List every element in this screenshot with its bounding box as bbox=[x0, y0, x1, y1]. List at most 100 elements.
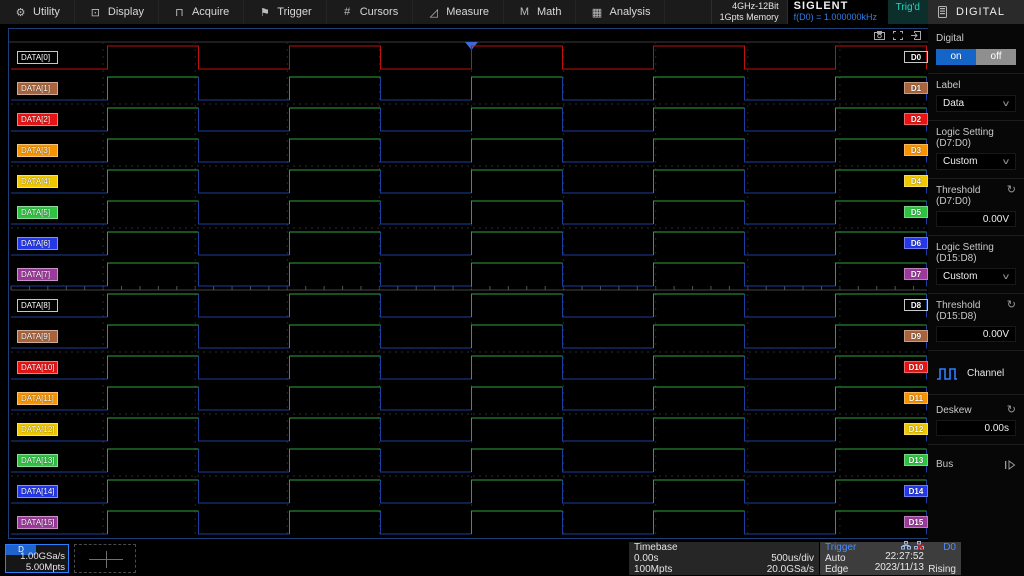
channel-label-D7[interactable]: DATA[7] bbox=[17, 268, 58, 281]
menu-display-label: Display bbox=[108, 6, 144, 18]
channel-badge-D9[interactable]: D9 bbox=[904, 330, 928, 342]
channel-badge-D1[interactable]: D1 bbox=[904, 82, 928, 94]
channel-label-D2[interactable]: DATA[2] bbox=[17, 113, 58, 126]
digital-trace-low-D12 bbox=[11, 418, 927, 441]
channel-badge-D15[interactable]: D15 bbox=[904, 516, 928, 528]
logic-setting1-dropdown[interactable]: Custom ∨ bbox=[936, 153, 1016, 170]
menu-acquire[interactable]: ⊓ Acquire bbox=[159, 0, 244, 24]
channel-label-D10[interactable]: DATA[10] bbox=[17, 361, 58, 374]
lan-disconnected-icon bbox=[914, 541, 924, 550]
digital-trace-low-D2 bbox=[11, 108, 927, 131]
channel-label-D15[interactable]: DATA[15] bbox=[17, 516, 58, 529]
digital-trace-high-D14 bbox=[108, 480, 927, 503]
label-dropdown-value: Data bbox=[943, 98, 964, 109]
channel-badge-D5[interactable]: D5 bbox=[904, 206, 928, 218]
channel-label-D11[interactable]: DATA[11] bbox=[17, 392, 58, 405]
channel-label-D9[interactable]: DATA[9] bbox=[17, 330, 58, 343]
channel-badge-D0[interactable]: D0 bbox=[904, 51, 928, 63]
timebase-scale: 500us/div bbox=[771, 553, 814, 564]
digital-trace-low-D5 bbox=[11, 201, 927, 224]
digital-trace-high-D13 bbox=[108, 449, 927, 472]
chevron-down-icon: ∨ bbox=[1001, 157, 1010, 166]
threshold1-input[interactable]: 0.00V bbox=[936, 211, 1016, 227]
divider bbox=[928, 293, 1024, 294]
digital-trace-high-D5 bbox=[108, 201, 927, 224]
menu-utility[interactable]: ⚙ Utility bbox=[0, 0, 75, 24]
channel-badge-D14[interactable]: D14 bbox=[904, 485, 928, 497]
divider bbox=[928, 235, 1024, 236]
digital-trace-low-D13 bbox=[11, 449, 927, 472]
refresh-icon[interactable]: ↻ bbox=[1007, 405, 1016, 416]
channel-button[interactable]: Channel bbox=[928, 357, 1024, 392]
trigger-title: Trigger bbox=[825, 542, 856, 553]
digital-channel-descriptor[interactable]: D 1.00GSa/s 5.00Mpts bbox=[5, 544, 69, 573]
label-section-title: Label bbox=[928, 80, 1024, 91]
label-dropdown[interactable]: Data ∨ bbox=[936, 95, 1016, 112]
waveform-display[interactable]: DATA[0] D0 DATA[1] D1 DATA[2] D2 DATA[3] D3 DATA… bbox=[8, 28, 930, 539]
refresh-icon[interactable]: ↻ bbox=[1007, 185, 1016, 196]
channel-badge-D6[interactable]: D6 bbox=[904, 237, 928, 249]
logic-setting1-value: Custom bbox=[943, 156, 977, 167]
digital-off-button[interactable]: off bbox=[976, 49, 1016, 65]
channel-badge-D11[interactable]: D11 bbox=[904, 392, 928, 404]
menu-measure-label: Measure bbox=[446, 6, 489, 18]
menu-trigger[interactable]: ⚑ Trigger bbox=[244, 0, 326, 24]
channel-label-D5[interactable]: DATA[5] bbox=[17, 206, 58, 219]
channel-badge-D3[interactable]: D3 bbox=[904, 144, 928, 156]
menu-cursors-label: Cursors bbox=[360, 6, 399, 18]
threshold2-input[interactable]: 0.00V bbox=[936, 326, 1016, 342]
menu-cursors[interactable]: # Cursors bbox=[327, 0, 414, 24]
digital-trace-high-D4 bbox=[108, 170, 927, 193]
channel-label-D0[interactable]: DATA[0] bbox=[17, 51, 58, 64]
menu-analysis[interactable]: ▦ Analysis bbox=[576, 0, 665, 24]
add-channel-button[interactable] bbox=[74, 544, 136, 573]
bus-button[interactable]: Bus bbox=[928, 451, 1024, 480]
channel-label-D1[interactable]: DATA[1] bbox=[17, 82, 58, 95]
timebase-descriptor[interactable]: Timebase 0.00s 500us/div 100Mpts 20.0GSa… bbox=[629, 542, 819, 575]
digital-on-button[interactable]: on bbox=[936, 49, 976, 65]
channel-badge-D7[interactable]: D7 bbox=[904, 268, 928, 280]
digital-trace-low-D1 bbox=[11, 77, 927, 100]
expand-arrow-icon bbox=[1004, 460, 1016, 470]
timebase-title: Timebase bbox=[634, 542, 814, 553]
digital-trace-high-D11 bbox=[108, 387, 927, 410]
channel-label-D12[interactable]: DATA[12] bbox=[17, 423, 58, 436]
channel-label-D6[interactable]: DATA[6] bbox=[17, 237, 58, 250]
digital-trace-high-D15 bbox=[108, 511, 927, 534]
divider bbox=[928, 350, 1024, 351]
logic-setting2-dropdown[interactable]: Custom ∨ bbox=[936, 268, 1016, 285]
refresh-icon[interactable]: ↻ bbox=[1007, 300, 1016, 311]
channel-label-D3[interactable]: DATA[3] bbox=[17, 144, 58, 157]
timebase-delay: 0.00s bbox=[634, 553, 658, 564]
channel-label-D14[interactable]: DATA[14] bbox=[17, 485, 58, 498]
channel-button-label: Channel bbox=[967, 368, 1004, 379]
clock-date: 2023/11/13 bbox=[867, 562, 924, 573]
channel-label-D4[interactable]: DATA[4] bbox=[17, 175, 58, 188]
channel-badge-D8[interactable]: D8 bbox=[904, 299, 928, 311]
sample-rate: 1.00GSa/s bbox=[20, 551, 65, 562]
menu-math[interactable]: M Math bbox=[504, 0, 576, 24]
digital-trace-high-D8 bbox=[108, 294, 927, 317]
channel-badge-D13[interactable]: D13 bbox=[904, 454, 928, 466]
deskew-input[interactable]: 0.00s bbox=[936, 420, 1016, 436]
channel-badge-D2[interactable]: D2 bbox=[904, 113, 928, 125]
trigger-source: D0 bbox=[943, 542, 956, 553]
channel-label-D8[interactable]: DATA[8] bbox=[17, 299, 58, 312]
digital-trace-low-D3 bbox=[11, 139, 927, 162]
threshold2-title: Threshold(D15:D8) bbox=[928, 300, 988, 322]
digital-panel-icon bbox=[938, 6, 947, 18]
channel-badge-D4[interactable]: D4 bbox=[904, 175, 928, 187]
channel-badge-D10[interactable]: D10 bbox=[904, 361, 928, 373]
digital-trace-high-D1 bbox=[108, 77, 927, 100]
bus-label: Bus bbox=[936, 459, 953, 470]
logic-setting2-title: Logic Setting(D15:D8) bbox=[928, 242, 1024, 264]
menu-acquire-label: Acquire bbox=[192, 6, 229, 18]
measure-icon: ◿ bbox=[427, 6, 440, 19]
channel-badge-D12[interactable]: D12 bbox=[904, 423, 928, 435]
digital-trace-high-D10 bbox=[108, 356, 927, 379]
square-wave-icon bbox=[936, 367, 958, 380]
channel-label-D13[interactable]: DATA[13] bbox=[17, 454, 58, 467]
menu-measure[interactable]: ◿ Measure bbox=[413, 0, 504, 24]
gear-icon: ⚙ bbox=[14, 6, 27, 19]
menu-display[interactable]: ⊡ Display bbox=[75, 0, 159, 24]
